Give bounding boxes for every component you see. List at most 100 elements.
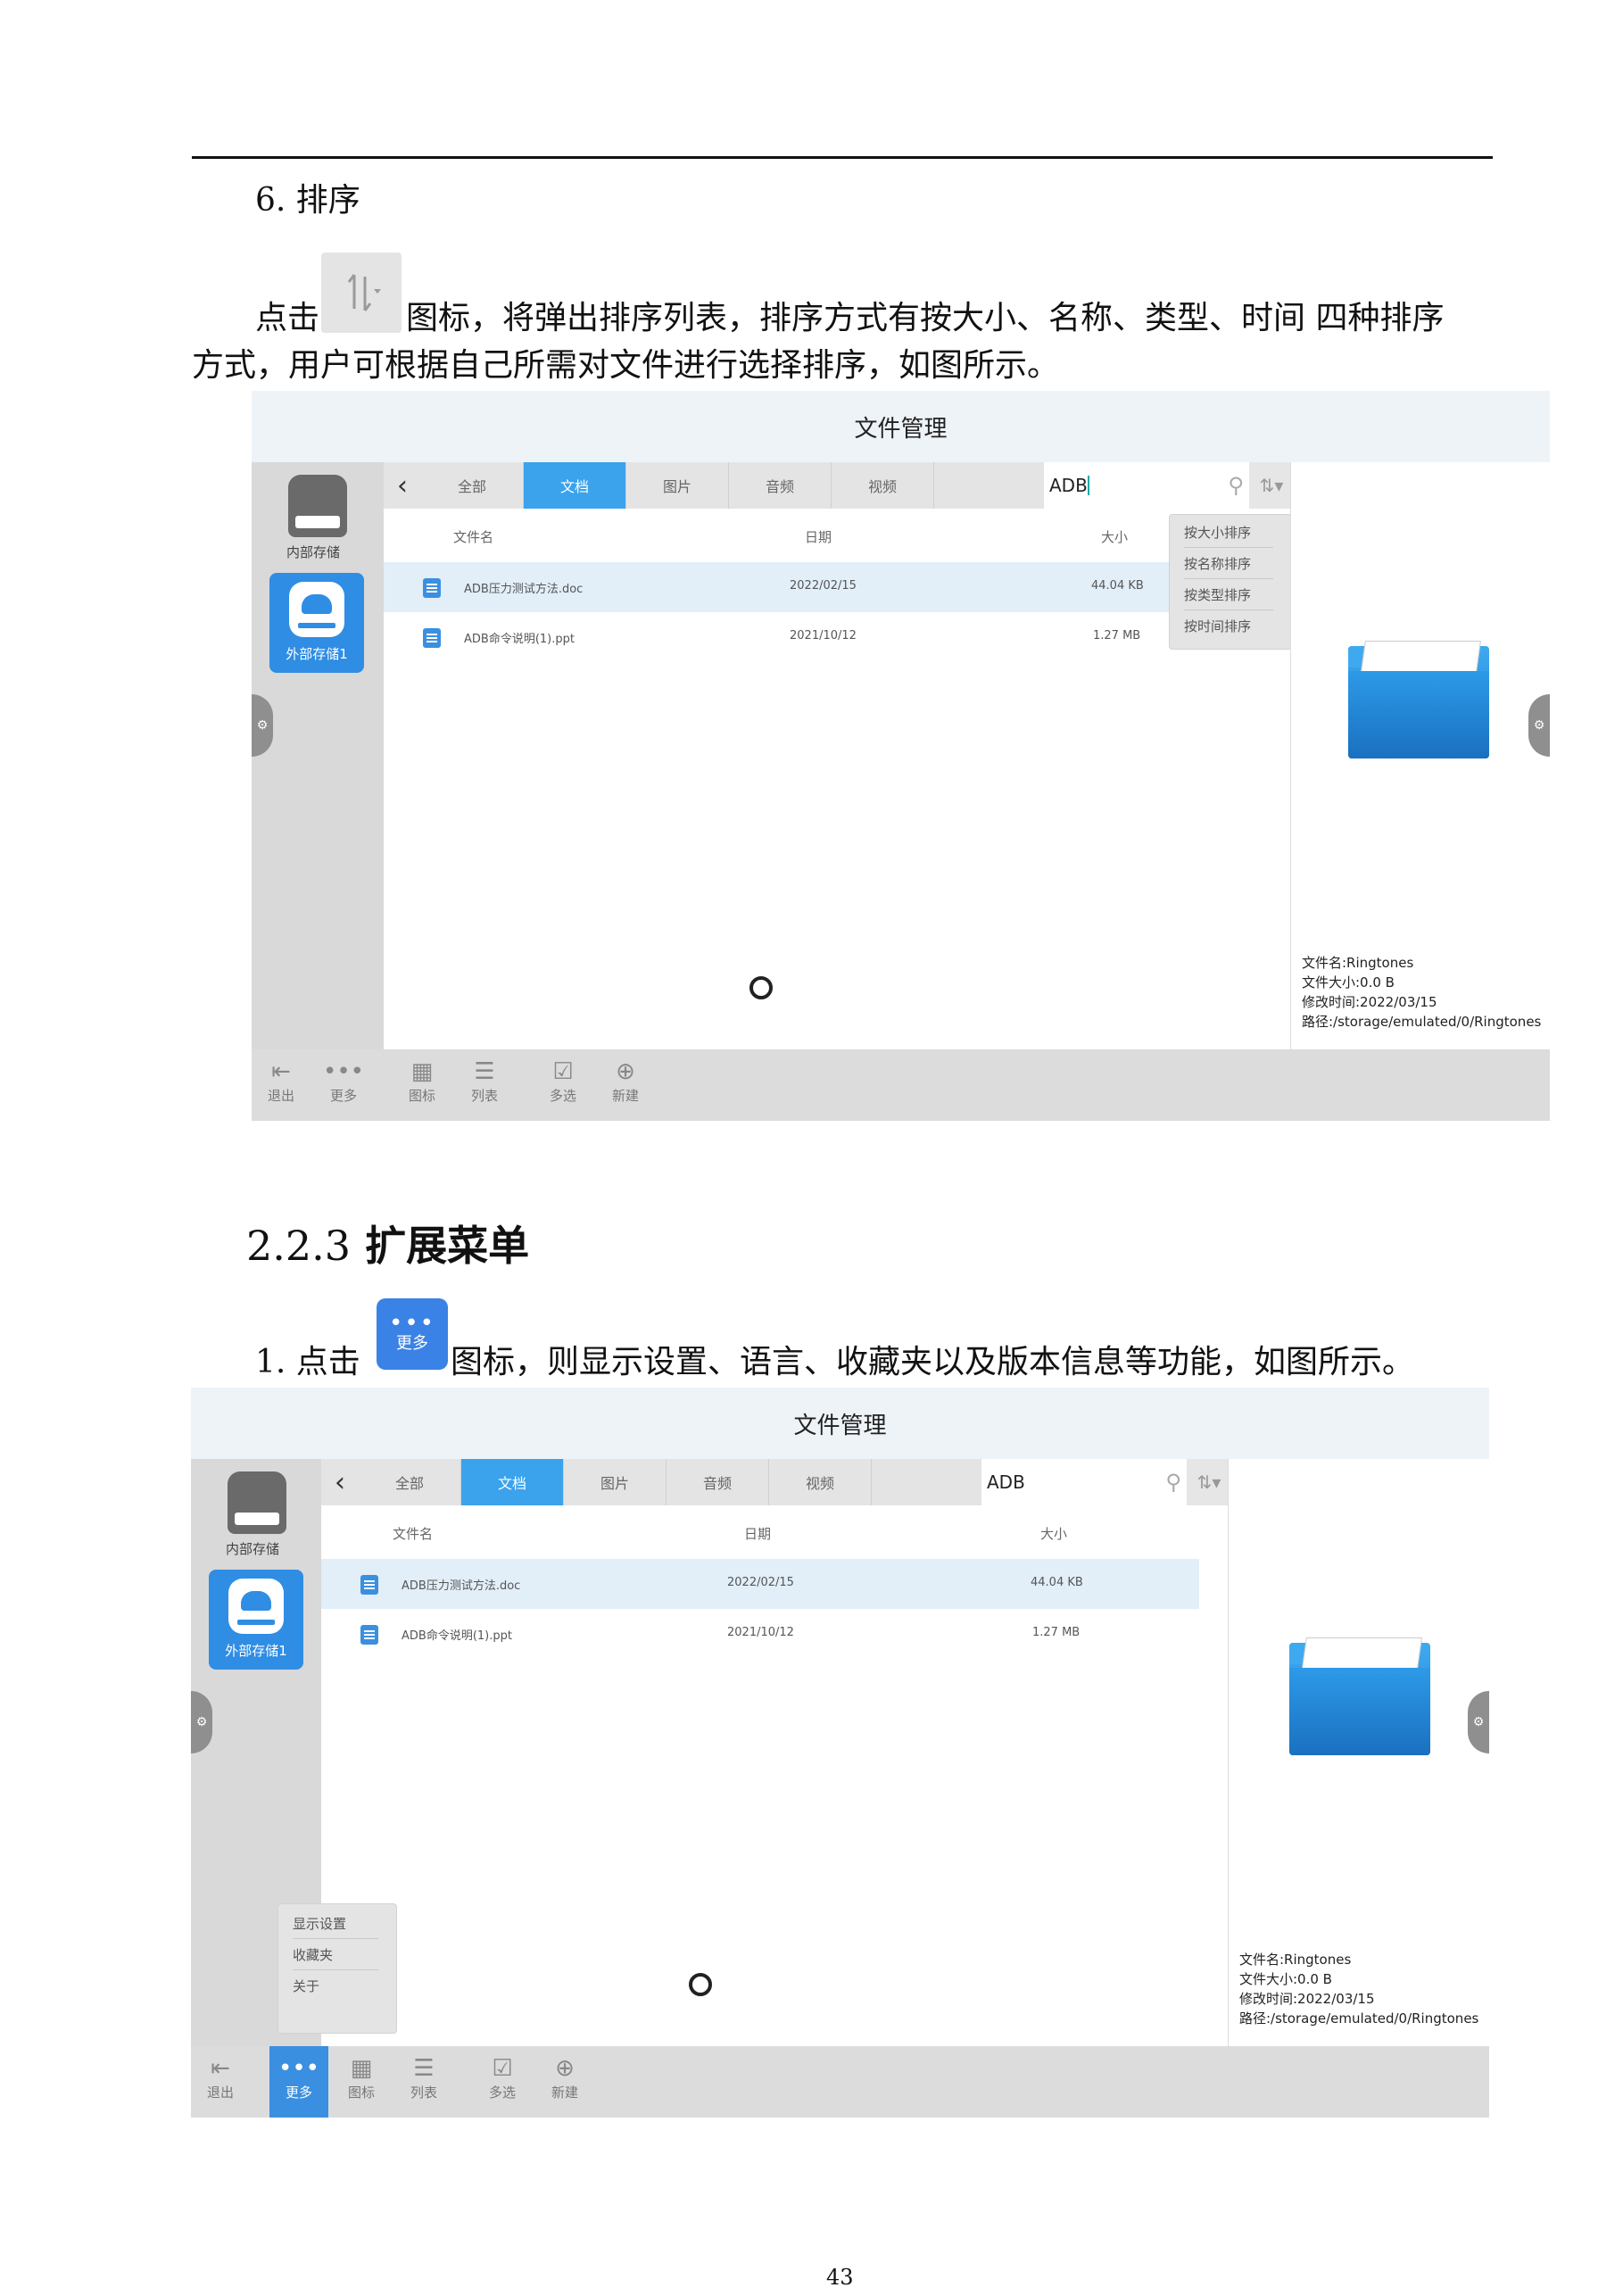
tab-documents[interactable]: 文档 [524, 462, 626, 509]
internal-storage-item[interactable]: 内部存储 [286, 475, 350, 561]
grid-icon: ▦ [350, 2055, 373, 2082]
sort-by-time[interactable]: 按时间排序 [1184, 610, 1273, 641]
external-storage-item[interactable]: 外部存储1 [269, 573, 364, 673]
info-mtime: 修改时间:2022/03/15 [1302, 994, 1437, 1010]
search-icon[interactable]: ⚲ [1165, 1470, 1181, 1495]
search-input[interactable]: ADB [1044, 475, 1088, 496]
favorites-item[interactable]: 收藏夹 [293, 1939, 378, 1970]
tab-video[interactable]: 视频 [832, 462, 934, 509]
external-storage-item[interactable]: 外部存储1 [209, 1570, 303, 1670]
tab-audio[interactable]: 音频 [667, 1459, 769, 1505]
exit-button[interactable]: ⇤ 退出 [191, 2053, 250, 2110]
column-header-name[interactable]: 文件名 [393, 1524, 433, 1543]
sort-button[interactable]: ⇅▾ [1187, 1459, 1231, 1505]
tab-all[interactable]: 全部 [359, 1459, 461, 1505]
tab-images[interactable]: 图片 [626, 462, 729, 509]
folder-icon [1348, 641, 1489, 758]
tab-documents[interactable]: 文档 [461, 1459, 564, 1505]
new-label: 新建 [551, 2085, 578, 2101]
right-drawer-handle[interactable]: ⚙ [1468, 1691, 1489, 1753]
file-date: 2022/02/15 [727, 1576, 794, 1589]
more-menu: 显示设置 收藏夹 关于 [277, 1903, 397, 2034]
more-button[interactable]: ••• 更多 [314, 1057, 373, 1114]
grid-icon: ▦ [410, 1058, 434, 1085]
bottom-toolbar: ⇤ 退出 ••• 更多 ▦ 图标 ☰ 列表 ☑ 多选 ⊕ 新建 [191, 2046, 1489, 2118]
column-header-name[interactable]: 文件名 [453, 527, 493, 546]
exit-label: 退出 [206, 2085, 234, 2101]
document-file-icon [423, 578, 441, 598]
exit-icon: ⇤ [211, 2055, 230, 2082]
multi-select-button[interactable]: ☑ 多选 [473, 2053, 532, 2110]
file-row[interactable]: ADB命令说明(1).ppt 2021/10/12 1.27 MB [384, 612, 1178, 662]
file-size: 44.04 KB [1091, 579, 1144, 593]
sort-button[interactable]: ⇅▾ [1249, 462, 1294, 509]
grid-view-button[interactable]: ▦ 图标 [393, 1057, 451, 1114]
column-header-size[interactable]: 大小 [1040, 1524, 1067, 1543]
grid-view-button[interactable]: ▦ 图标 [332, 2053, 391, 2110]
file-size: 44.04 KB [1031, 1576, 1083, 1589]
hard-disk-icon [228, 1471, 286, 1534]
touch-cursor [749, 976, 773, 999]
column-header-date[interactable]: 日期 [744, 1524, 771, 1543]
search-box[interactable]: ADB ⚲ ⇅▾ [1044, 462, 1294, 509]
grid-label: 图标 [347, 2085, 375, 2101]
file-name: ADB命令说明(1).ppt [464, 633, 575, 646]
exit-button[interactable]: ⇤ 退出 [252, 1057, 311, 1114]
cloud-drive-icon [289, 582, 344, 637]
file-row[interactable]: ADB命令说明(1).ppt 2021/10/12 1.27 MB [321, 1609, 1199, 1659]
sort-by-name[interactable]: 按名称排序 [1184, 548, 1273, 579]
list-view-button[interactable]: ☰ 列表 [394, 2053, 453, 2110]
sort-by-type[interactable]: 按类型排序 [1184, 579, 1273, 610]
checkbox-icon: ☑ [492, 2055, 513, 2082]
more-button[interactable]: ••• 更多 [269, 2046, 328, 2118]
section223-heading-num: 2.2.3 [246, 1222, 352, 1270]
multi-select-button[interactable]: ☑ 多选 [534, 1057, 592, 1114]
new-button[interactable]: ⊕ 新建 [535, 2053, 594, 2110]
section6-line1-after: 图标，将弹出排序列表，排序方式有按大小、名称、类型、时间 四种排序 [406, 300, 1445, 336]
file-date: 2021/10/12 [790, 629, 857, 642]
section6-line2: 方式，用户可根据自己所需对文件进行选择排序，如图所示。 [192, 347, 1060, 384]
list-icon: ☰ [413, 2055, 435, 2082]
back-chevron-icon[interactable]: ‹ [384, 462, 421, 509]
tab-all[interactable]: 全部 [421, 462, 524, 509]
info-path: 路径:/storage/emulated/0/Ringtones [1302, 1014, 1542, 1030]
right-drawer-handle[interactable]: ⚙ [1528, 694, 1550, 757]
tab-images[interactable]: 图片 [564, 1459, 667, 1505]
document-file-icon [423, 628, 441, 648]
info-name: 文件名:Ringtones [1239, 1952, 1352, 1968]
tab-audio[interactable]: 音频 [729, 462, 832, 509]
section223-heading-text: 扩展菜单 [365, 1222, 530, 1270]
file-row[interactable]: ADB压力测试方法.doc 2022/02/15 44.04 KB [384, 562, 1178, 612]
info-name: 文件名:Ringtones [1302, 955, 1414, 971]
grid-label: 图标 [408, 1088, 435, 1104]
exit-icon: ⇤ [271, 1058, 291, 1085]
file-info: 文件名:Ringtones 文件大小:0.0 B 修改时间:2022/03/15… [1302, 953, 1541, 1032]
list-view-button[interactable]: ☰ 列表 [455, 1057, 514, 1114]
search-input[interactable]: ADB [981, 1471, 1025, 1493]
column-header-date[interactable]: 日期 [805, 527, 832, 546]
info-size: 文件大小:0.0 B [1239, 1971, 1332, 1987]
more-icon-inline: ••• 更多 [377, 1298, 448, 1370]
sort-by-size[interactable]: 按大小排序 [1184, 517, 1273, 548]
search-box[interactable]: ADB ⚲ ⇅▾ [981, 1459, 1231, 1505]
back-chevron-icon[interactable]: ‹ [321, 1459, 359, 1505]
search-icon[interactable]: ⚲ [1228, 473, 1244, 498]
section6-line1-before: 点击 [255, 300, 320, 336]
tab-video[interactable]: 视频 [769, 1459, 872, 1505]
file-info: 文件名:Ringtones 文件大小:0.0 B 修改时间:2022/03/15… [1239, 1950, 1478, 2028]
internal-storage-item[interactable]: 内部存储 [225, 1471, 289, 1558]
document-file-icon [360, 1625, 378, 1645]
plus-circle-icon: ⊕ [555, 2055, 575, 2082]
column-header-size[interactable]: 大小 [1101, 527, 1128, 546]
display-settings-item[interactable]: 显示设置 [293, 1908, 378, 1939]
detail-pane: 文件名:Ringtones 文件大小:0.0 B 修改时间:2022/03/15… [1290, 462, 1550, 1049]
info-size: 文件大小:0.0 B [1302, 974, 1395, 991]
file-row[interactable]: ADB压力测试方法.doc 2022/02/15 44.04 KB [321, 1559, 1199, 1609]
file-size: 1.27 MB [1032, 1626, 1081, 1639]
bottom-toolbar: ⇤ 退出 ••• 更多 ▦ 图标 ☰ 列表 ☑ 多选 ⊕ 新建 [252, 1049, 1550, 1121]
section6-heading: 6. 排序 [255, 182, 360, 219]
new-button[interactable]: ⊕ 新建 [596, 1057, 655, 1114]
section223-heading: 2.2.3 扩展菜单 [246, 1217, 529, 1274]
about-item[interactable]: 关于 [293, 1970, 378, 2001]
more-icon-label: 更多 [396, 1334, 428, 1353]
